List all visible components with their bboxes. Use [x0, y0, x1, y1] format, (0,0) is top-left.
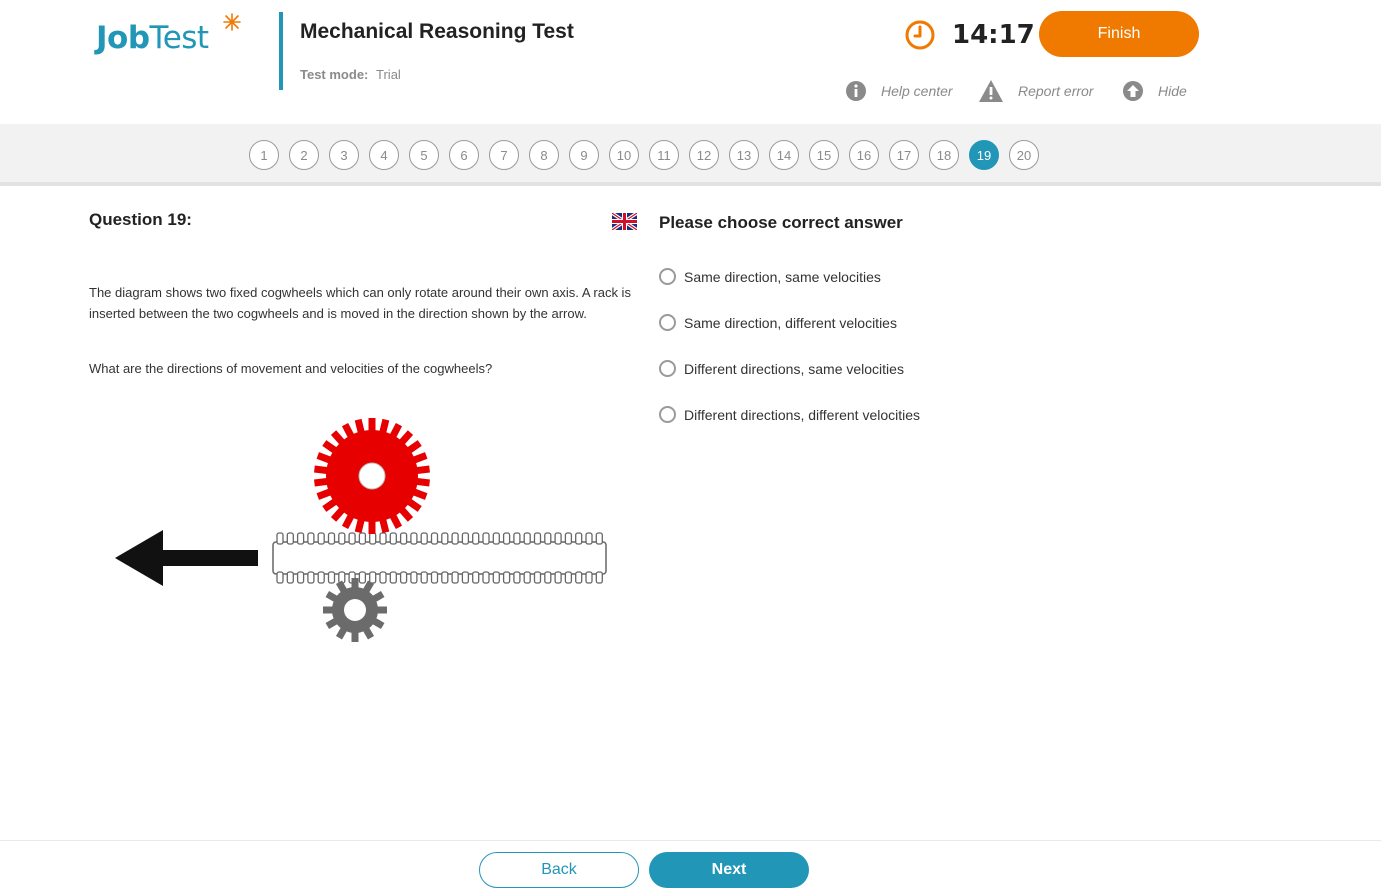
- question-nav-item-12[interactable]: 12: [689, 140, 719, 170]
- question-text: The diagram shows two fixed cogwheels wh…: [89, 285, 631, 321]
- question-nav: 1 2 3 4 5 6 7 8 9 10 11 12 13 14 15 16 17 18 19 20: [0, 124, 1381, 186]
- clock-icon: [905, 20, 935, 50]
- question-prompt: What are the directions of movement and …: [89, 361, 493, 376]
- radio-button[interactable]: [659, 406, 676, 423]
- help-center-link[interactable]: Help center: [845, 78, 953, 104]
- rack: [272, 532, 607, 584]
- test-mode: Test mode: Trial: [300, 67, 401, 82]
- answer-label: Same direction, same velocities: [684, 268, 881, 285]
- answer-label: Different directions, different velociti…: [684, 406, 921, 423]
- answers-title: Please choose correct answer: [659, 213, 903, 232]
- test-mode-value: Trial: [376, 67, 401, 82]
- help-center-label: Help center: [881, 83, 953, 99]
- question-nav-item-2[interactable]: 2: [289, 140, 319, 170]
- grey-cogwheel: [323, 578, 387, 642]
- question-nav-item-11[interactable]: 11: [649, 140, 679, 170]
- logo-job-text: Job: [96, 20, 150, 56]
- uk-flag-icon[interactable]: [612, 213, 637, 230]
- answer-option-1[interactable]: Same direction, same velocities: [659, 268, 881, 285]
- question-nav-item-9[interactable]: 9: [569, 140, 599, 170]
- question-nav-item-6[interactable]: 6: [449, 140, 479, 170]
- warning-icon: [979, 80, 1003, 102]
- report-error-link[interactable]: Report error: [978, 78, 1093, 104]
- question-nav-item-16[interactable]: 16: [849, 140, 879, 170]
- answer-option-4[interactable]: Different directions, different velociti…: [659, 406, 920, 423]
- test-mode-label: Test mode:: [300, 67, 369, 82]
- question-nav-item-8[interactable]: 8: [529, 140, 559, 170]
- star-icon: [223, 13, 241, 31]
- report-error-label: Report error: [1018, 83, 1094, 99]
- question-nav-item-18[interactable]: 18: [929, 140, 959, 170]
- question-nav-item-19[interactable]: 19: [969, 140, 999, 170]
- radio-button[interactable]: [659, 314, 676, 331]
- answer-option-2[interactable]: Same direction, different velocities: [659, 314, 897, 331]
- header-divider: [279, 12, 283, 90]
- test-title: Mechanical Reasoning Test: [300, 20, 574, 43]
- question-title: Question 19:: [89, 210, 192, 229]
- question-nav-item-10[interactable]: 10: [609, 140, 639, 170]
- answer-label: Same direction, different velocities: [684, 314, 897, 331]
- hide-link[interactable]: Hide: [1122, 78, 1187, 104]
- header: JobTest Mechanical Reasoning Test Test m…: [0, 0, 1381, 124]
- question-nav-item-7[interactable]: 7: [489, 140, 519, 170]
- timer: 14:17: [952, 20, 1035, 50]
- answer-label: Different directions, same velocities: [684, 360, 904, 377]
- cogwheel-diagram: [115, 418, 607, 642]
- next-button[interactable]: Next: [649, 852, 809, 888]
- question-nav-item-20[interactable]: 20: [1009, 140, 1039, 170]
- hide-label: Hide: [1158, 83, 1187, 99]
- radio-button[interactable]: [659, 360, 676, 377]
- info-icon: [846, 81, 866, 101]
- back-button[interactable]: Back: [479, 852, 639, 888]
- question-nav-item-14[interactable]: 14: [769, 140, 799, 170]
- arrow-up-circle-icon: [1123, 81, 1143, 101]
- answer-option-3[interactable]: Different directions, same velocities: [659, 360, 904, 377]
- finish-button[interactable]: Finish: [1039, 11, 1199, 57]
- question-nav-item-1[interactable]: 1: [249, 140, 279, 170]
- question-nav-item-4[interactable]: 4: [369, 140, 399, 170]
- question-nav-item-13[interactable]: 13: [729, 140, 759, 170]
- direction-arrow: [115, 530, 258, 586]
- question-nav-item-5[interactable]: 5: [409, 140, 439, 170]
- radio-button[interactable]: [659, 268, 676, 285]
- question-nav-item-17[interactable]: 17: [889, 140, 919, 170]
- question-nav-item-3[interactable]: 3: [329, 140, 359, 170]
- question-nav-item-15[interactable]: 15: [809, 140, 839, 170]
- logo-test-text: Test: [149, 20, 210, 56]
- question-nav-list: 1 2 3 4 5 6 7 8 9 10 11 12 13 14 15 16 17 18 19 20: [249, 140, 1049, 170]
- red-cogwheel: [314, 418, 430, 534]
- jobtest-logo[interactable]: JobTest: [96, 13, 241, 60]
